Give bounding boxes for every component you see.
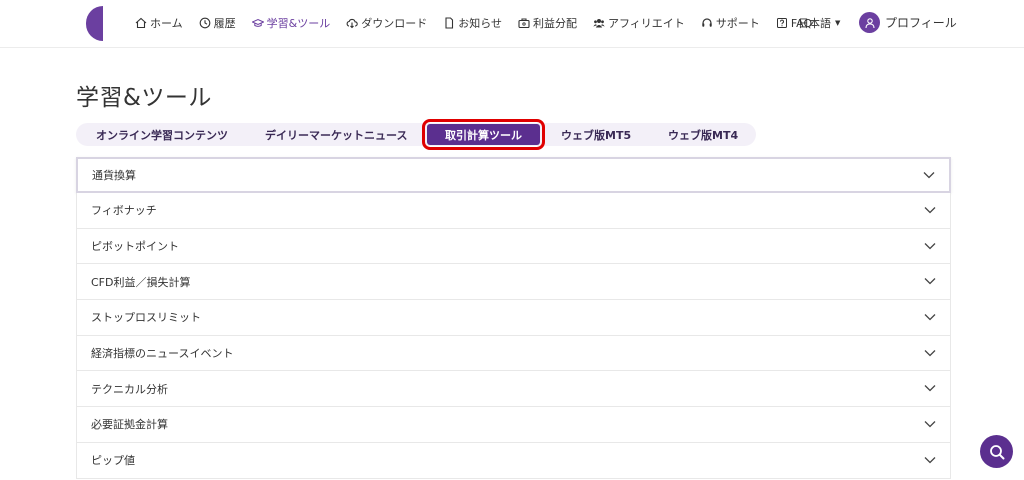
- accordion-item-label: テクニカル分析: [91, 382, 168, 396]
- headset-icon: [701, 17, 713, 29]
- accordion-item-pip-value[interactable]: ピップ値: [76, 442, 951, 479]
- nav-profit-share-label: 利益分配: [533, 17, 578, 30]
- tab-web-mt4[interactable]: ウェブ版MT4: [668, 123, 738, 146]
- tab-trading-calculators[interactable]: 取引計算ツール: [422, 119, 545, 150]
- accordion-item-label: 経済指標のニュースイベント: [91, 347, 234, 361]
- accordion-item-technical-analysis[interactable]: テクニカル分析: [76, 371, 951, 408]
- question-icon: [776, 17, 788, 29]
- tab-bar: オンライン学習コンテンツ デイリーマーケットニュース 取引計算ツール ウェブ版M…: [76, 119, 756, 150]
- nav-download[interactable]: ダウンロード: [346, 15, 427, 31]
- chevron-down-icon: [924, 240, 936, 253]
- brand-logo[interactable]: [86, 6, 103, 41]
- nav-learning-tools-label: 学習&ツール: [266, 17, 331, 30]
- search-icon: [988, 443, 1006, 461]
- accordion-item-economic-news-events[interactable]: 経済指標のニュースイベント: [76, 335, 951, 372]
- tab-daily-market-news[interactable]: デイリーマーケットニュース: [265, 123, 407, 146]
- accordion-item-fibonacci[interactable]: フィボナッチ: [76, 193, 951, 229]
- accordion-item-label: 必要証拠金計算: [91, 418, 168, 432]
- clock-icon: [199, 17, 211, 29]
- chevron-down-icon: [923, 169, 935, 182]
- profile-menu[interactable]: プロフィール: [859, 12, 957, 33]
- accordion-item-pivot-point[interactable]: ピボットポイント: [76, 228, 951, 265]
- tab-online-learning[interactable]: オンライン学習コンテンツ: [96, 123, 228, 146]
- accordion-item-currency-converter[interactable]: 通貨換算: [76, 157, 951, 193]
- document-icon: [443, 17, 455, 29]
- nav-home[interactable]: ホーム: [135, 15, 183, 31]
- nav-news-label: お知らせ: [458, 17, 503, 30]
- accordion-item-label: ストップロスリミット: [91, 311, 201, 325]
- chevron-down-icon: [924, 418, 936, 431]
- accordion-item-label: ピボットポイント: [91, 240, 179, 254]
- top-header: ホーム 履歴 学習&ツール ダウンロード お知らせ 利益分配 アフィリエイト サ…: [0, 0, 1024, 48]
- nav-support-label: サポート: [715, 17, 760, 30]
- briefcase-icon: [518, 17, 530, 29]
- calculator-accordion: 通貨換算 フィボナッチ ピボットポイント CFD利益／損失計算 ストップロスリミ…: [76, 157, 951, 479]
- nav-support[interactable]: サポート: [701, 15, 760, 31]
- nav-affiliate-label: アフィリエイト: [608, 17, 685, 30]
- chevron-down-icon: [924, 382, 936, 395]
- nav-history-label: 履歴: [213, 17, 236, 30]
- accordion-item-label: ピップ値: [91, 454, 135, 468]
- nav-history[interactable]: 履歴: [199, 15, 236, 31]
- tab-web-mt5[interactable]: ウェブ版MT5: [561, 123, 631, 146]
- chevron-down-icon: [924, 275, 936, 288]
- page-title: 学習&ツール: [76, 85, 212, 111]
- caret-down-icon: ▼: [835, 19, 841, 27]
- graduation-cap-icon: [251, 17, 264, 29]
- users-icon: [593, 17, 605, 29]
- chevron-down-icon: [924, 204, 936, 217]
- accordion-item-label: CFD利益／損失計算: [91, 275, 191, 289]
- accordion-item-stop-loss-limit[interactable]: ストップロスリミット: [76, 300, 951, 336]
- language-selector[interactable]: 日本語 ▼: [798, 15, 840, 31]
- profile-label: プロフィール: [885, 16, 957, 30]
- nav-affiliate[interactable]: アフィリエイト: [593, 15, 685, 31]
- user-avatar-icon: [859, 12, 880, 33]
- nav-download-label: ダウンロード: [361, 17, 428, 30]
- accordion-item-cfd-profit-loss[interactable]: CFD利益／損失計算: [76, 264, 951, 301]
- language-label: 日本語: [798, 17, 831, 30]
- home-icon: [135, 17, 147, 29]
- accordion-item-label: フィボナッチ: [91, 204, 157, 218]
- nav-learning-tools[interactable]: 学習&ツール: [251, 15, 331, 31]
- nav-profit-share[interactable]: 利益分配: [518, 15, 577, 31]
- accordion-item-label: 通貨換算: [92, 169, 136, 182]
- chevron-down-icon: [924, 347, 936, 360]
- cloud-download-icon: [346, 17, 358, 29]
- chevron-down-icon: [924, 311, 936, 324]
- nav-news[interactable]: お知らせ: [443, 15, 502, 31]
- main-nav: ホーム 履歴 学習&ツール ダウンロード お知らせ 利益分配 アフィリエイト サ…: [135, 0, 828, 46]
- floating-search-button[interactable]: [980, 435, 1013, 468]
- accordion-item-margin-calculator[interactable]: 必要証拠金計算: [76, 407, 951, 443]
- nav-home-label: ホーム: [150, 17, 183, 30]
- chevron-down-icon: [924, 454, 936, 467]
